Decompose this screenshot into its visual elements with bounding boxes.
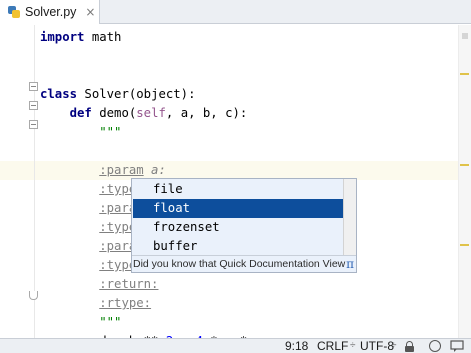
line-separator-arrow-icon[interactable]: ÷ [350, 339, 356, 353]
completion-item[interactable]: frozenset [133, 218, 343, 237]
completion-tip-text: Did you know that Quick Documentation Vi… [133, 258, 346, 270]
completion-item-selected[interactable]: float [133, 199, 343, 218]
tab-solver-py[interactable]: Solver.py × [0, 0, 100, 24]
code-line[interactable]: :return: [40, 275, 158, 294]
error-stripe[interactable] [458, 25, 471, 338]
code-token: Solver(object): [77, 87, 196, 101]
close-icon[interactable]: × [85, 5, 95, 19]
completion-popup: file float frozenset buffer Did you know… [131, 178, 357, 273]
code-token: self [136, 106, 166, 120]
completion-item[interactable]: file [133, 180, 343, 199]
code-token: a: [143, 163, 166, 177]
code-token: def [69, 106, 92, 120]
python-file-icon [7, 5, 21, 19]
code-token: :rtype: [99, 296, 152, 310]
stripe-marker[interactable] [460, 73, 469, 75]
stripe-marker[interactable] [462, 33, 468, 39]
file-encoding[interactable]: UTF-8 [360, 339, 394, 353]
pi-icon[interactable]: π [346, 256, 354, 272]
tab-label: Solver.py [25, 5, 77, 19]
code-token: , a, b, c): [165, 106, 248, 120]
code-token: math [84, 30, 122, 44]
editor-tab-bar: Solver.py × [0, 0, 471, 24]
code-token: :param [99, 163, 144, 177]
line-separator[interactable]: CRLF [317, 339, 348, 353]
code-token: class [40, 87, 78, 101]
completion-item[interactable]: buffer [133, 237, 343, 256]
popup-scrollbar[interactable] [343, 179, 356, 255]
inspector-face-icon[interactable] [429, 340, 441, 352]
caret-position[interactable]: 9:18 [285, 339, 308, 353]
code-line[interactable]: """ [40, 313, 121, 332]
fold-docstring-end-icon[interactable] [29, 291, 38, 300]
fold-def-icon[interactable] [29, 101, 38, 110]
code-line[interactable]: import math [40, 28, 121, 47]
code-line[interactable]: """ [40, 123, 121, 142]
fold-docstring-icon[interactable] [29, 120, 38, 129]
code-line[interactable]: class Solver(object): [40, 85, 196, 104]
code-line[interactable]: :rtype: [40, 294, 151, 313]
code-token: :return: [99, 277, 159, 291]
status-bar: 9:18 CRLF ÷ UTF-8 ÷ [0, 338, 471, 353]
completion-tip: Did you know that Quick Documentation Vi… [132, 255, 356, 272]
code-token: """ [99, 315, 122, 329]
encoding-arrow-icon[interactable]: ÷ [391, 339, 397, 353]
notifications-icon[interactable] [450, 340, 464, 352]
lock-icon[interactable] [405, 341, 414, 352]
fold-class-icon[interactable] [29, 82, 38, 91]
code-token: demo( [91, 106, 137, 120]
stripe-marker[interactable] [460, 164, 469, 166]
stripe-marker[interactable] [460, 244, 469, 246]
code-token: import [40, 30, 85, 44]
code-token: """ [99, 125, 122, 139]
code-line[interactable]: def demo(self, a, b, c): [40, 104, 248, 123]
